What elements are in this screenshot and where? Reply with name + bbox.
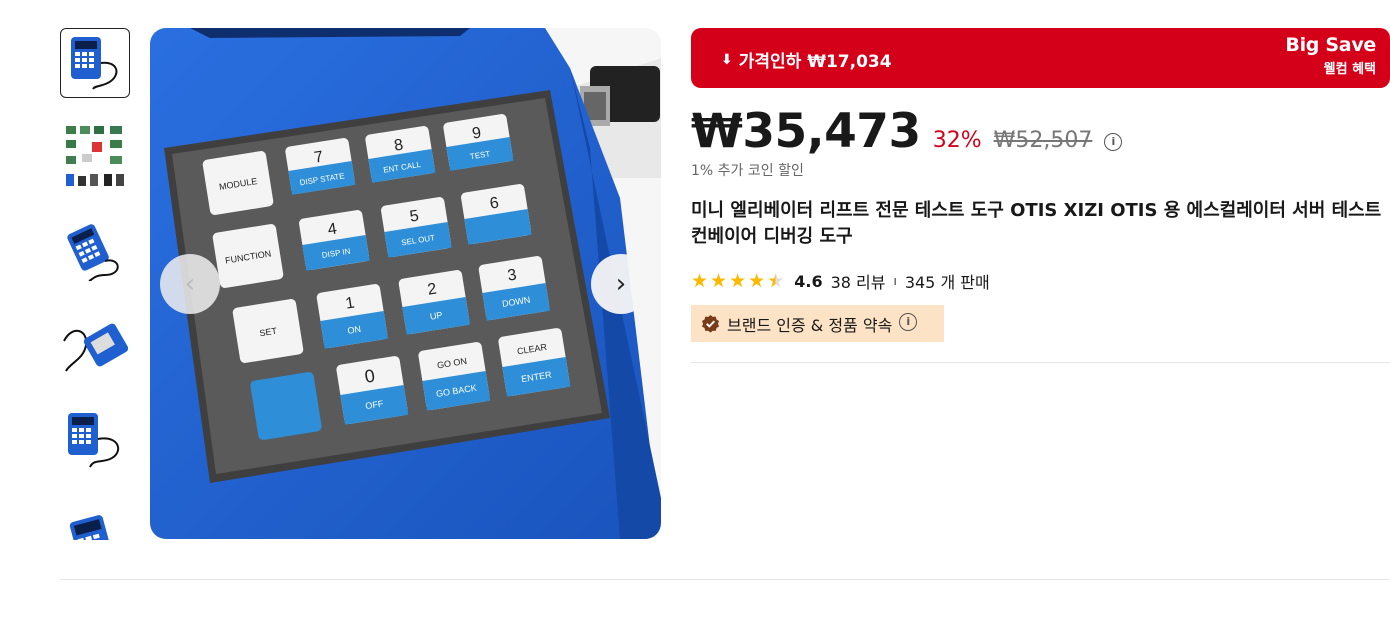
info-icon[interactable]: i: [1104, 132, 1123, 151]
star-icon: ★: [729, 269, 747, 292]
thumbnail-1[interactable]: [60, 28, 130, 98]
sold-count: 345 개 판매: [904, 273, 990, 292]
key-1-sub: ON: [347, 324, 362, 336]
big-save-title: Big Save: [1285, 34, 1376, 56]
main-product-image[interactable]: MODULE FUNCTION SET 7 DISP STATE 8 ENT C…: [150, 28, 661, 539]
divider: [691, 362, 1390, 363]
price-drop-icon: ⬇: [721, 51, 733, 68]
keypad-closeup-image: MODULE FUNCTION SET 7 DISP STATE 8 ENT C…: [150, 28, 661, 539]
brand-certification-label: 브랜드 인증 & 정품 약속: [727, 315, 893, 335]
thumbnail-list: [60, 28, 132, 540]
thumbnail-5[interactable]: [60, 404, 130, 474]
brand-certification-badge[interactable]: 브랜드 인증 & 정품 약속 i: [691, 305, 944, 342]
divider: [60, 579, 1390, 580]
device-angle-image: [67, 224, 119, 281]
thumbnail-3[interactable]: [60, 216, 130, 286]
star-icon: ★: [691, 269, 709, 292]
product-title: 미니 엘리베이터 리프트 전문 테스트 도구 OTIS XIZI OTIS 용 …: [691, 200, 1382, 247]
half-star-icon: ★: [767, 269, 785, 292]
thumbnail-4[interactable]: [60, 310, 130, 380]
parts-collage-image: [66, 126, 124, 186]
device-cable-image: [63, 323, 128, 372]
next-image-button[interactable]: ›: [591, 254, 651, 314]
info-icon[interactable]: i: [899, 312, 918, 331]
device-front-image: [68, 413, 120, 468]
star-icon: ★: [748, 269, 766, 292]
price-drop-banner: ⬇ 가격인하 ₩17,034 Big Save 웰컴 혜택: [691, 28, 1390, 88]
welcome-benefit-label: 웰컴 혜택: [1323, 62, 1376, 77]
prev-image-button[interactable]: ‹: [160, 254, 220, 314]
rating-value: 4.6: [794, 271, 823, 291]
verified-badge-icon: [701, 314, 720, 333]
connector-plug: [580, 66, 660, 126]
big-save-badge: Big Save 웰컴 혜택: [1285, 34, 1376, 77]
device-top-image: [69, 515, 113, 540]
review-count-link[interactable]: 38 리뷰: [831, 269, 886, 293]
chevron-left-icon: ‹: [184, 269, 196, 299]
thumbnail-2[interactable]: [60, 122, 130, 192]
separator: ı: [893, 274, 897, 288]
discount-percent: 32%: [932, 128, 982, 153]
device-thumbnail-image: [71, 37, 118, 90]
rating-row: ★ ★ ★ ★ ★ 4.6 38 리뷰 ı 345 개 판매: [691, 269, 990, 293]
price-drop-text: ⬇ 가격인하 ₩17,034: [721, 47, 892, 73]
price-drop-label: 가격인하 ₩17,034: [738, 52, 892, 72]
original-price: ₩52,507: [993, 128, 1093, 153]
star-rating[interactable]: ★ ★ ★ ★ ★: [691, 269, 785, 292]
price-row: ₩35,473 32% ₩52,507 i: [691, 104, 1123, 159]
thumbnail-6[interactable]: [60, 498, 130, 540]
key-2-sub: UP: [429, 310, 443, 322]
current-price: ₩35,473: [691, 104, 921, 159]
chevron-right-icon: ›: [615, 269, 627, 299]
coin-discount-text: 1% 추가 코인 할인: [691, 163, 804, 179]
star-icon: ★: [710, 269, 728, 292]
